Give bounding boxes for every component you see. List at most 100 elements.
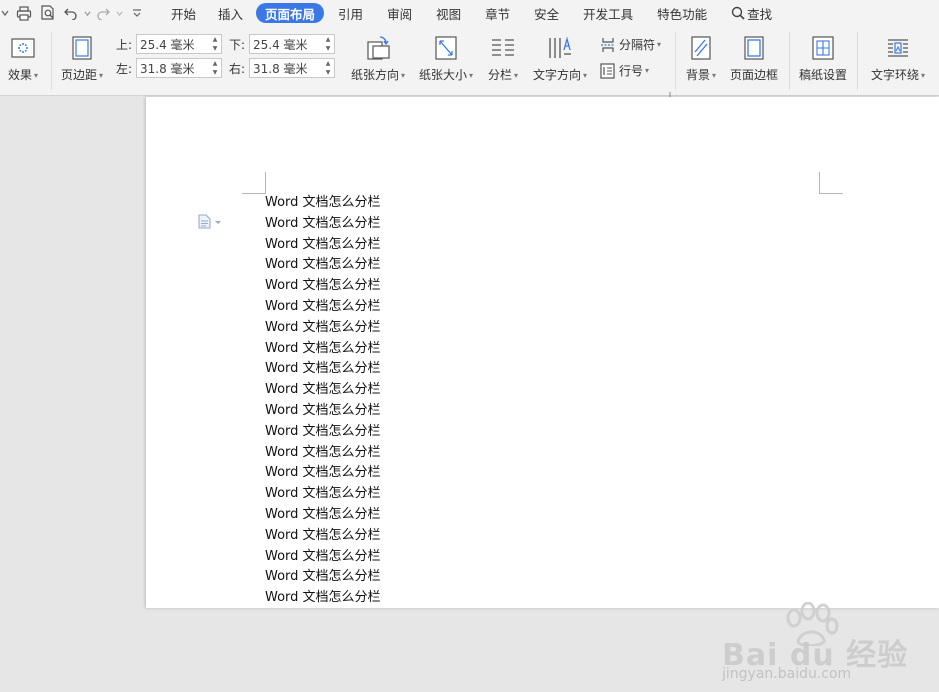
margin-left-stepper[interactable]: ▲ ▼ [209,59,221,77]
printer-icon [16,5,32,21]
tab-review[interactable]: 审阅 [378,3,421,23]
document-line[interactable]: Word 文档怎么分栏 [265,255,565,276]
margins-label: 页边距 [60,68,97,82]
document-line[interactable]: Word 文档怎么分栏 [265,484,565,505]
text-wrap-button[interactable]: 文字环绕 ▾ [866,34,930,83]
undo-button[interactable] [60,2,82,24]
chevron-down-icon: ▾ [712,71,717,80]
margins-icon [72,36,92,60]
ribbon-separator [857,32,858,90]
document-line[interactable]: Word 文档怎么分栏 [265,297,565,318]
columns-icon [492,39,514,56]
breaks-label: 分隔符 [619,38,656,52]
search-button[interactable]: 查找 [722,3,781,23]
print-button[interactable] [12,2,36,24]
tab-home[interactable]: 开始 [162,3,205,23]
document-line[interactable]: Word 文档怎么分栏 [265,547,565,568]
manuscript-settings-button[interactable]: 稿纸设置 [796,34,850,83]
breaks-button[interactable]: 分隔符 ▾ [600,36,661,53]
ribbon-separator [789,32,790,90]
document-line[interactable]: Word 文档怎么分栏 [265,401,565,422]
watermark-brand: Bai du 经验 [722,638,909,673]
document-body[interactable]: Word 文档怎么分栏 Word 文档怎么分栏 Word 文档怎么分栏 Word 文档… [265,193,565,609]
margin-right-field: 右: ▲▼ [229,58,335,78]
orientation-label: 纸张方向 [350,68,399,82]
undo-dropdown[interactable] [82,2,92,24]
paper-size-button[interactable]: 纸张大小 ▾ [416,34,476,83]
document-line[interactable]: Word 文档怎么分栏 [265,318,565,339]
columns-button[interactable]: 分栏 ▾ [484,34,522,83]
tab-developer[interactable]: 开发工具 [574,3,642,23]
page-border-label: 页面边框 [729,68,778,82]
tab-security[interactable]: 安全 [525,3,568,23]
text-wrap-label: 文字环绕 [870,68,919,82]
columns-label: 分栏 [487,68,512,82]
paragraph-layout-button[interactable] [198,214,222,229]
chevron-down-icon: ▾ [469,71,474,80]
document-line[interactable]: Word 文档怎么分栏 [265,380,565,401]
tab-references[interactable]: 引用 [329,3,372,23]
quick-access-dropdown[interactable] [0,2,12,24]
margin-right-input[interactable] [250,59,320,77]
orientation-button[interactable]: 纸张方向 ▾ [346,34,410,83]
document-page[interactable]: Word 文档怎么分栏 Word 文档怎么分栏 Word 文档怎么分栏 Word 文档… [146,97,939,608]
line-numbers-label: 行号 [619,64,644,78]
document-line[interactable]: Word 文档怎么分栏 [265,214,565,235]
manuscript-icon [812,36,834,60]
tab-chapter[interactable]: 章节 [476,3,519,23]
margin-top-input[interactable] [137,35,207,53]
print-preview-button[interactable] [36,2,60,24]
document-workspace[interactable]: Word 文档怎么分栏 Word 文档怎么分栏 Word 文档怎么分栏 Word 文档… [0,97,939,682]
margin-bottom-label: 下: [229,37,246,52]
page-border-icon [744,36,764,60]
document-line[interactable]: Word 文档怎么分栏 [265,422,565,443]
margin-bottom-stepper[interactable]: ▲ ▼ [322,35,334,53]
page-setup-dialog-launcher[interactable] [663,84,671,99]
document-line[interactable]: Word 文档怎么分栏 [265,235,565,256]
document-line[interactable]: Word 文档怎么分栏 [265,526,565,547]
chevron-down-icon [1,10,9,17]
tab-view[interactable]: 视图 [427,3,470,23]
customize-toolbar-button[interactable] [124,2,150,24]
document-line[interactable]: Word 文档怎么分栏 [265,567,565,588]
margin-left-spinner: ▲▼ [136,58,222,78]
document-line[interactable]: Word 文档怎么分栏 [265,443,565,464]
document-line[interactable]: Word 文档怎么分栏 [265,505,565,526]
customize-icon [133,9,141,17]
line-numbers-icon [600,62,615,79]
line-numbers-button[interactable]: 行号 ▾ [600,62,649,79]
effects-button[interactable]: 效果 ▾ [4,34,42,83]
redo-dropdown[interactable] [114,2,124,24]
search-label: 查找 [747,6,773,22]
document-line[interactable]: Word 文档怎么分栏 [265,588,565,609]
margin-top-stepper[interactable]: ▲ ▼ [209,35,221,53]
background-button[interactable]: 背景 ▾ [682,34,720,83]
margin-corner-top-right [819,172,843,194]
chevron-down-icon [115,10,123,16]
document-line[interactable]: Word 文档怎么分栏 [265,463,565,484]
document-line[interactable]: Word 文档怎么分栏 [265,276,565,297]
margin-left-field: 左: ▲▼ [116,58,222,78]
tab-page-layout[interactable]: 页面布局 [256,3,325,23]
margin-top-label: 上: [116,37,133,52]
tab-insert[interactable]: 插入 [209,3,252,23]
margin-bottom-input[interactable] [250,35,320,53]
margin-right-stepper[interactable]: ▲ ▼ [322,59,334,77]
watermark-url: jingyan.baidu.com [722,666,852,682]
chevron-down-icon: ▾ [657,40,662,49]
page-break-icon [601,37,615,52]
document-icon [198,214,211,229]
margins-button[interactable]: 页边距 ▾ [58,34,106,83]
document-line[interactable]: Word 文档怎么分栏 [265,193,565,214]
margin-left-input[interactable] [137,59,207,77]
page-border-button[interactable]: 页面边框 [727,34,781,83]
ribbon-separator [675,32,676,90]
document-line[interactable]: Word 文档怎么分栏 [265,339,565,360]
chevron-down-icon [215,220,221,224]
text-direction-button[interactable]: 文字方向 ▾ [528,34,592,83]
redo-button[interactable] [92,2,114,24]
margin-bottom-field: 下: ▲▼ [229,34,335,54]
document-line[interactable]: Word 文档怎么分栏 [265,359,565,380]
tab-special-features[interactable]: 特色功能 [648,3,716,23]
background-label: 背景 [685,68,710,82]
